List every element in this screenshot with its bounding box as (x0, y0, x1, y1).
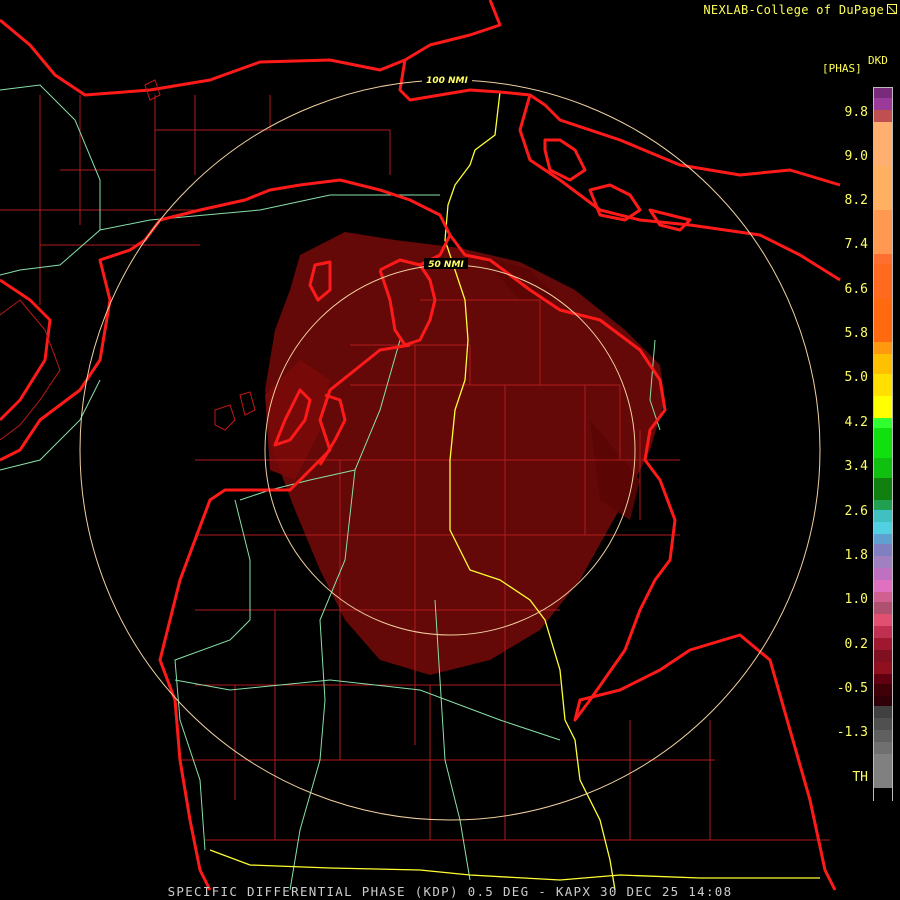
legend-tick: -0.5 (836, 681, 868, 696)
legend-tick: TH (852, 770, 868, 785)
external-link-icon[interactable] (887, 4, 897, 14)
legend-tick: 1.0 (844, 592, 868, 607)
product-caption: SPECIFIC DIFFERENTIAL PHASE (KDP) 0.5 DE… (167, 884, 733, 899)
legend-tick: 8.2 (844, 193, 868, 208)
legend-tick: 9.0 (844, 149, 868, 164)
legend-tick: 4.2 (844, 415, 868, 430)
legend-product: DKD (868, 54, 888, 67)
radar-map: 50 NMI 100 NMI (0, 0, 841, 891)
ring-label-50: 50 NMI (428, 260, 464, 270)
legend-tick: 1.8 (844, 548, 868, 563)
color-scale-bar (873, 87, 893, 802)
legend-tick: 5.0 (844, 370, 868, 385)
legend-tick: 6.6 (844, 282, 868, 297)
legend-tick: 3.4 (844, 459, 868, 474)
legend-tick: 0.2 (844, 637, 868, 652)
legend-unit: [PHAS] (822, 62, 862, 75)
legend-tick: 2.6 (844, 504, 868, 519)
county-lines (0, 95, 830, 841)
legend-tick: 7.4 (844, 237, 868, 252)
lake-details (0, 79, 256, 441)
legend-tick: -1.3 (836, 725, 868, 740)
legend-tick: 5.8 (844, 326, 868, 341)
credit-text: NEXLAB-College of DuPage (703, 3, 884, 17)
ring-label-100: 100 NMI (426, 76, 468, 86)
legend-tick: 9.8 (844, 105, 868, 120)
